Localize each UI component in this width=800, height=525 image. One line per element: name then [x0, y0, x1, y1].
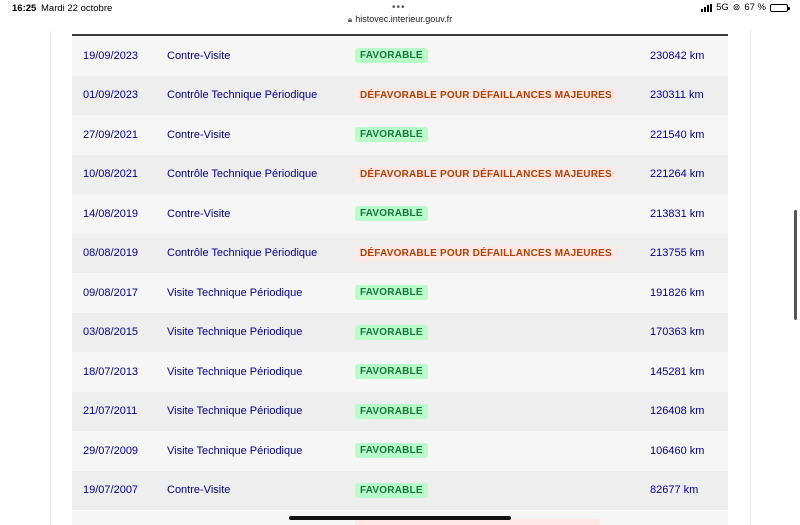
page-edge-right: [750, 31, 751, 525]
network-type: 5G: [716, 2, 729, 13]
inspection-date: 19/07/2007: [83, 484, 139, 497]
inspection-result: DÉFAVORABLE POUR DÉFAILLANCES MAJEURES: [355, 234, 617, 274]
table-row: 19/07/2007 Contre-Visite FAVORABLE 82677 km: [72, 470, 728, 511]
inspection-type: Visite Technique Périodique: [167, 444, 303, 457]
table-row: 09/08/2017 Visite Technique Périodique FAV…: [72, 273, 728, 313]
inspection-mileage: 126408 km: [650, 405, 705, 418]
inspection-result: FAVORABLE: [355, 115, 428, 155]
inspection-result: FAVORABLE: [355, 471, 428, 511]
status-badge: DÉFAVORABLE POUR DÉFAILLANCES MAJEURES: [355, 245, 617, 261]
status-badge: FAVORABLE: [355, 403, 428, 419]
inspection-date: 09/08/2017: [83, 286, 139, 299]
inspection-result: FAVORABLE: [355, 194, 428, 234]
inspection-date: 14/08/2019: [83, 207, 139, 220]
inspection-type: Visite Technique Périodique: [167, 365, 303, 378]
inspection-mileage: 82677 km: [650, 484, 699, 497]
inspection-date: 29/07/2009: [83, 444, 139, 457]
inspection-result: FAVORABLE: [355, 392, 428, 432]
lock-icon: 🔒︎: [347, 15, 353, 24]
inspection-history-table: 19/09/2023 Contre-Visite FAVORABLE 230842 k…: [72, 36, 728, 510]
inspection-mileage: 191826 km: [650, 286, 705, 299]
inspection-type: Contrôle Technique Périodique: [167, 247, 318, 260]
table-row: 27/09/2021 Contre-Visite FAVORABLE 221540 k…: [72, 115, 728, 155]
inspection-type: Contrôle Technique Périodique: [167, 168, 318, 181]
url-text: histovec.interieur.gouv.fr: [355, 14, 453, 24]
inspection-result: DÉFAVORABLE POUR DÉFAILLANCES MAJEURES: [355, 76, 617, 116]
status-badge: FAVORABLE: [355, 364, 428, 380]
status-badge: FAVORABLE: [355, 443, 428, 459]
table-row: 01/09/2023 Contrôle Technique Périodique D…: [72, 75, 728, 116]
inspection-date: 10/08/2021: [83, 168, 139, 181]
scrollbar[interactable]: [794, 210, 797, 320]
inspection-date: 03/08/2015: [83, 326, 139, 339]
table-row: 10/08/2021 Contrôle Technique Périodique D…: [72, 154, 728, 195]
status-badge: FAVORABLE: [355, 48, 428, 64]
status-time: 16:25: [12, 3, 37, 14]
table-row: 14/08/2019 Contre-Visite FAVORABLE 213831 k…: [72, 194, 728, 234]
inspection-date: 18/07/2013: [83, 365, 139, 378]
battery-percent: 67 %: [744, 2, 766, 13]
inspection-result: FAVORABLE: [355, 313, 428, 353]
status-badge: DÉFAVORABLE POUR DÉFAILLANCES MAJEURES: [355, 166, 617, 182]
inspection-mileage: 213831 km: [650, 207, 705, 220]
inspection-result: FAVORABLE: [355, 431, 428, 471]
status-indicators: 5G ⊚ 67 %: [701, 2, 790, 13]
inspection-result: FAVORABLE: [355, 352, 428, 392]
inspection-type: Contre-Visite: [167, 207, 231, 220]
table-row: 18/07/2013 Visite Technique Périodique FAV…: [72, 352, 728, 392]
inspection-date: 19/09/2023: [83, 49, 139, 62]
inspection-mileage: 145281 km: [650, 365, 705, 378]
inspection-type: Contrôle Technique Périodique: [167, 89, 318, 102]
inspection-type: Visite Technique Périodique: [167, 326, 303, 339]
home-indicator[interactable]: [289, 516, 511, 520]
inspection-mileage: 221264 km: [650, 168, 705, 181]
inspection-mileage: 213755 km: [650, 247, 705, 260]
battery-icon: [770, 3, 790, 12]
status-badge: FAVORABLE: [355, 324, 428, 340]
more-dots-icon[interactable]: •••: [392, 2, 406, 13]
inspection-type: Visite Technique Périodique: [167, 405, 303, 418]
inspection-date: 27/09/2021: [83, 128, 139, 141]
inspection-mileage: 230311 km: [650, 89, 704, 102]
inspection-date: 08/08/2019: [83, 247, 139, 260]
inspection-mileage: 106460 km: [650, 444, 705, 457]
table-row: 08/08/2019 Contrôle Technique Périodique D…: [72, 233, 728, 274]
cellular-signal-icon: [701, 3, 713, 12]
status-badge: FAVORABLE: [355, 285, 428, 301]
status-badge: FAVORABLE: [355, 206, 428, 222]
status-date: Mardi 22 octobre: [41, 3, 113, 14]
inspection-type: Contre-Visite: [167, 128, 231, 141]
inspection-mileage: 221540 km: [650, 128, 705, 141]
page-edge-left: [50, 31, 51, 525]
inspection-type: Contre-Visite: [167, 484, 231, 497]
inspection-mileage: 170363 km: [650, 326, 705, 339]
inspection-mileage: 230842 km: [650, 49, 705, 62]
status-badge: DÉFAVORABLE POUR DÉFAILLANCES MAJEURES: [355, 87, 617, 103]
table-row: 21/07/2011 Visite Technique Périodique FAV…: [72, 391, 728, 432]
address-bar[interactable]: 🔒︎ histovec.interieur.gouv.fr: [0, 14, 800, 25]
inspection-type: Contre-Visite: [167, 49, 231, 62]
inspection-date: 21/07/2011: [83, 405, 138, 418]
status-badge: FAVORABLE: [355, 482, 428, 498]
table-row: 19/09/2023 Contre-Visite FAVORABLE 230842 k…: [72, 36, 728, 76]
inspection-result: FAVORABLE: [355, 273, 428, 313]
rotation-lock-icon: ⊚: [732, 2, 741, 12]
inspection-result: DÉFAVORABLE POUR DÉFAILLANCES MAJEURES: [355, 155, 617, 195]
table-row: 03/08/2015 Visite Technique Périodique FAV…: [72, 312, 728, 353]
status-badge: FAVORABLE: [355, 127, 428, 143]
inspection-result: FAVORABLE: [355, 36, 428, 76]
inspection-type: Visite Technique Périodique: [167, 286, 303, 299]
inspection-date: 01/09/2023: [83, 89, 139, 102]
table-row: 29/07/2009 Visite Technique Périodique FAV…: [72, 431, 728, 471]
